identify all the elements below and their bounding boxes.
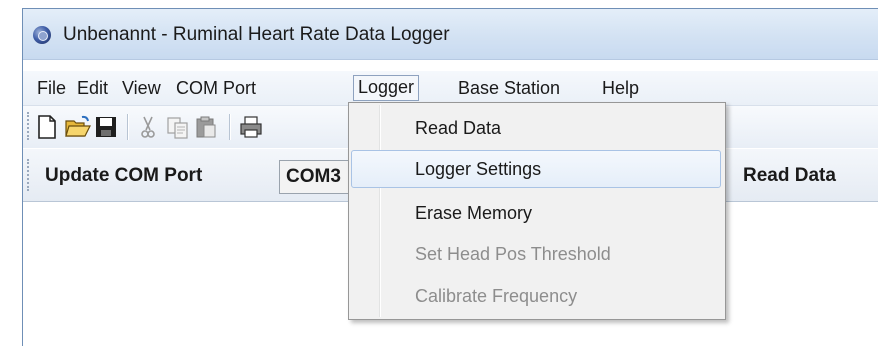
menu-edit[interactable]: Edit [73, 76, 112, 100]
menu-item-logger-settings[interactable]: Logger Settings [351, 150, 721, 188]
read-data-button[interactable]: Read Data [743, 165, 836, 187]
toolbar-separator [127, 114, 129, 140]
copy-icon[interactable] [167, 115, 189, 139]
control-bar-grip[interactable] [27, 159, 31, 191]
save-icon[interactable] [95, 115, 117, 139]
logger-dropdown-menu: Read Data Logger Settings Erase Memory S… [348, 102, 726, 320]
menu-logger[interactable]: Logger [353, 75, 420, 101]
update-com-port-button[interactable]: Update COM Port [45, 165, 202, 187]
app-globe-icon[interactable] [33, 26, 51, 44]
cut-icon[interactable] [139, 115, 157, 139]
menu-bar: File Edit View COM Port Logger Base Stat… [23, 71, 878, 106]
menu-com-port[interactable]: COM Port [172, 76, 260, 100]
menu-file[interactable]: File [33, 76, 70, 100]
menu-item-read-data[interactable]: Read Data [351, 109, 721, 147]
menu-item-erase-memory[interactable]: Erase Memory [351, 194, 721, 232]
open-folder-icon[interactable] [65, 115, 91, 139]
toolbar-grip[interactable] [27, 112, 31, 140]
paste-icon[interactable] [195, 115, 217, 139]
menu-item-calibrate-frequency: Calibrate Frequency [415, 286, 578, 306]
title-bar[interactable]: Unbenannt - Ruminal Heart Rate Data Logg… [23, 9, 878, 60]
menu-base-station[interactable]: Base Station [454, 76, 564, 100]
new-file-icon[interactable] [37, 115, 57, 139]
print-icon[interactable] [239, 115, 263, 139]
window-title: Unbenannt - Ruminal Heart Rate Data Logg… [63, 24, 450, 45]
menu-view[interactable]: View [118, 76, 165, 100]
toolbar-separator [229, 114, 231, 140]
menu-help[interactable]: Help [598, 76, 643, 100]
menu-item-set-head-pos-threshold: Set Head Pos Threshold [415, 244, 611, 264]
